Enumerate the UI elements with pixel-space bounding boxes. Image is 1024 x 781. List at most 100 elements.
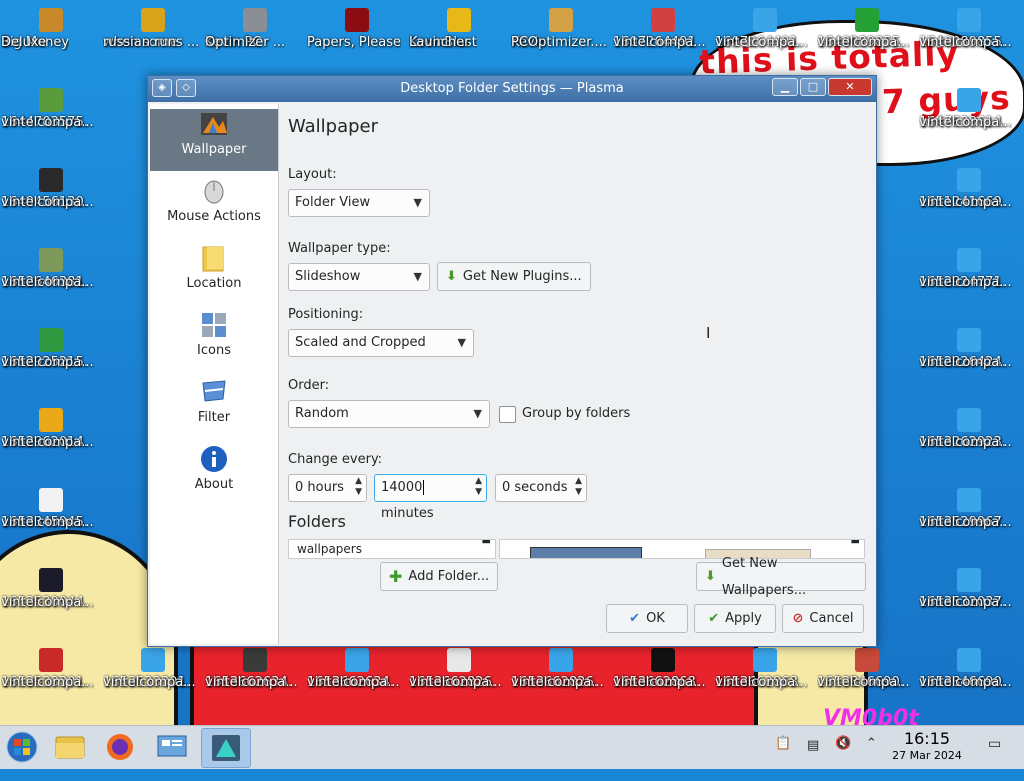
- desktop-icon-label: Optimizer ...: [205, 35, 286, 50]
- dialog-title: Desktop Folder Settings — Plasma: [400, 81, 624, 96]
- launcher-icon: [447, 8, 471, 32]
- taskbar-firefox[interactable]: [100, 728, 140, 766]
- maximize-button[interactable]: □: [800, 78, 826, 96]
- desktop-icon[interactable]: 1647638614. vintelcompa...: [919, 88, 1019, 130]
- get-new-wallpapers-label: Get New Wallpapers...: [721, 555, 807, 598]
- desktop-icon[interactable]: 1653530044. vintelcompa...: [1, 568, 101, 610]
- desktop-icon[interactable]: 1652925215. vintelcompa...: [1, 328, 101, 370]
- wallpaper-thumbnail[interactable]: [530, 547, 642, 558]
- get-new-wallpapers-button[interactable]: ⬇ Get New Wallpapers...: [696, 556, 866, 598]
- desktop-icon[interactable]: when some russian runs ...: [103, 8, 203, 50]
- desktop-icon[interactable]: 1607264491. vintelcompa...: [715, 8, 815, 50]
- desktop-icon[interactable]: 1653662868. vintelcompa...: [715, 648, 815, 690]
- dialog-titlebar[interactable]: ◈ ◇ Desktop Folder Settings — Plasma ▁ □…: [148, 76, 876, 102]
- desktop-icon[interactable]: 1651241669. vintelcompa...: [919, 168, 1019, 210]
- seconds-spinbox[interactable]: 0 seconds ▲ ▼: [495, 474, 587, 502]
- remove-wallpaper-icon[interactable]: ▬: [851, 540, 860, 547]
- desktop-icon[interactable]: 1653846690. vintelcompa...: [919, 648, 1019, 690]
- desktop-icon[interactable]: KevinBlast Launcher: [409, 8, 509, 50]
- desktop-icon-label: vintelcompa...: [919, 115, 1012, 130]
- desktop-icon[interactable]: 1653662826. vintelcompa...: [409, 648, 509, 690]
- desktop-icon[interactable]: 1640089855. vintelcompa...: [919, 8, 1019, 50]
- hours-spinbox[interactable]: 0 hours ▲ ▼: [288, 474, 367, 502]
- add-folder-button[interactable]: ✚ Add Folder...: [380, 562, 499, 591]
- desktop-icon-label: vintelcompa...: [613, 675, 706, 690]
- sidebar-item-filter[interactable]: Filter: [150, 377, 278, 439]
- group-by-folders-checkbox[interactable]: [499, 406, 516, 423]
- cancel-icon: ⊘: [792, 611, 804, 626]
- taskbar-plasma-settings[interactable]: [201, 728, 251, 768]
- show-hidden-icons-icon[interactable]: ⌃: [866, 736, 877, 779]
- positioning-combo[interactable]: Scaled and Cropped ▼: [288, 329, 474, 357]
- desktop-icon[interactable]: 1653662634. vintelcompa...: [307, 648, 407, 690]
- icons-icon: [202, 313, 226, 337]
- page-title: Wallpaper: [288, 116, 379, 137]
- get-new-plugins-button[interactable]: ⬇ Get New Plugins...: [437, 262, 591, 291]
- sidebar-item-icons[interactable]: Icons: [150, 310, 278, 372]
- spin-arrows-icon: ▲ ▼: [355, 476, 362, 497]
- start-orb-icon: [6, 731, 38, 763]
- desktop-icon[interactable]: Big Money Deluxe: [1, 8, 101, 50]
- url-icon: [243, 648, 267, 672]
- taskbar-system-settings[interactable]: [152, 728, 192, 766]
- minutes-unit: minutes: [381, 506, 434, 521]
- folder-item[interactable]: wallpapers: [297, 542, 362, 556]
- url-icon: [957, 328, 981, 352]
- show-desktop-icon[interactable]: ▭: [988, 736, 1001, 779]
- desktop-icon-label: vintelcompa...: [103, 675, 196, 690]
- layout-combo[interactable]: Folder View ▼: [288, 189, 430, 217]
- positioning-value: Scaled and Cropped: [295, 335, 426, 350]
- desktop-icon[interactable]: 1653533301. vintelcompa...: [1, 648, 101, 690]
- desktop-icon[interactable]: 1652646381. vintelcompa...: [1, 248, 101, 290]
- desktop-icon[interactable]: 1652962014. vintelcompa...: [1, 408, 101, 450]
- apply-label: Apply: [725, 611, 762, 626]
- desktop-icon[interactable]: 1652924771. vintelcompa...: [919, 248, 1019, 290]
- url-icon: [651, 8, 675, 32]
- desktop-icon[interactable]: 1652926424. vintelcompa...: [919, 328, 1019, 370]
- folders-list[interactable]: wallpapers ▬: [288, 539, 496, 559]
- clipboard-icon[interactable]: 📋: [775, 736, 791, 779]
- clock[interactable]: 16:15 27 Mar 2024: [882, 729, 972, 763]
- desktop-icon-label: vintelcompa...: [715, 35, 808, 50]
- close-button[interactable]: ✕: [828, 78, 872, 96]
- desktop-icon[interactable]: 1653846690. vintelcompa...: [817, 648, 917, 690]
- desktop-icon[interactable]: 1644703575. vintelcompa...: [1, 88, 101, 130]
- desktop-icon[interactable]: 1653662634. vintelcompa...: [205, 648, 305, 690]
- sidebar-item-mouse-actions[interactable]: Mouse Actions: [150, 176, 278, 238]
- sidebar-item-label: About: [194, 477, 234, 492]
- url-icon: [957, 8, 981, 32]
- desktop-icon[interactable]: 1640089855. vintelcompa...: [817, 8, 917, 50]
- chevron-down-icon: ▼: [457, 336, 466, 349]
- desktop-icon[interactable]: 1653662868. vintelcompa...: [613, 648, 713, 690]
- volume-muted-icon[interactable]: 🔇: [835, 736, 851, 779]
- ok-button[interactable]: ✔ OK: [606, 604, 688, 633]
- desktop-icon[interactable]: Kevin PCOptimizer....: [511, 8, 611, 50]
- desktop-icon[interactable]: 1607264491 vintelcompa...: [613, 8, 713, 50]
- desktop-icon[interactable]: 1653532037. vintelcompa...: [919, 568, 1019, 610]
- url-icon: [753, 8, 777, 32]
- desktop-icon[interactable]: 1653529967. vintelcompa...: [919, 488, 1019, 530]
- taskbar-file-manager[interactable]: [50, 728, 90, 766]
- url-icon: [39, 328, 63, 352]
- start-button[interactable]: [2, 728, 42, 766]
- desktop-icon[interactable]: Kevin PC Optimizer ...: [205, 8, 305, 50]
- desktop-icon[interactable]: 1649456130. vintelcompa...: [1, 168, 101, 210]
- desktop-icon[interactable]: Papers, Please: [307, 8, 407, 50]
- notifications-icon[interactable]: ▤: [807, 738, 819, 781]
- order-combo[interactable]: Random ▼: [288, 400, 490, 428]
- desktop-icon-label: vintelcompa...: [1, 675, 94, 690]
- wallpaper-type-combo[interactable]: Slideshow ▼: [288, 263, 430, 291]
- minimize-button[interactable]: ▁: [772, 78, 798, 96]
- minutes-spinbox[interactable]: 14000 minutes ▲ ▼: [374, 474, 487, 521]
- chevron-down-icon: ▼: [413, 196, 422, 209]
- desktop-icon[interactable]: 1653262923. vintelcompa...: [919, 408, 1019, 450]
- desktop-icon[interactable]: 1653662826. vintelcompa...: [511, 648, 611, 690]
- sidebar-item-location[interactable]: Location: [150, 243, 278, 305]
- sidebar-item-about[interactable]: About: [150, 444, 278, 506]
- desktop-icon[interactable]: 1653345945. vintelcompa...: [1, 488, 101, 530]
- remove-folder-icon[interactable]: ▬: [482, 540, 491, 547]
- apply-button[interactable]: ✔ Apply: [694, 604, 776, 633]
- desktop-icon[interactable]: 1653533301. vintelcompa...: [103, 648, 203, 690]
- cancel-button[interactable]: ⊘ Cancel: [782, 604, 864, 633]
- sidebar-item-wallpaper[interactable]: Wallpaper: [150, 109, 278, 171]
